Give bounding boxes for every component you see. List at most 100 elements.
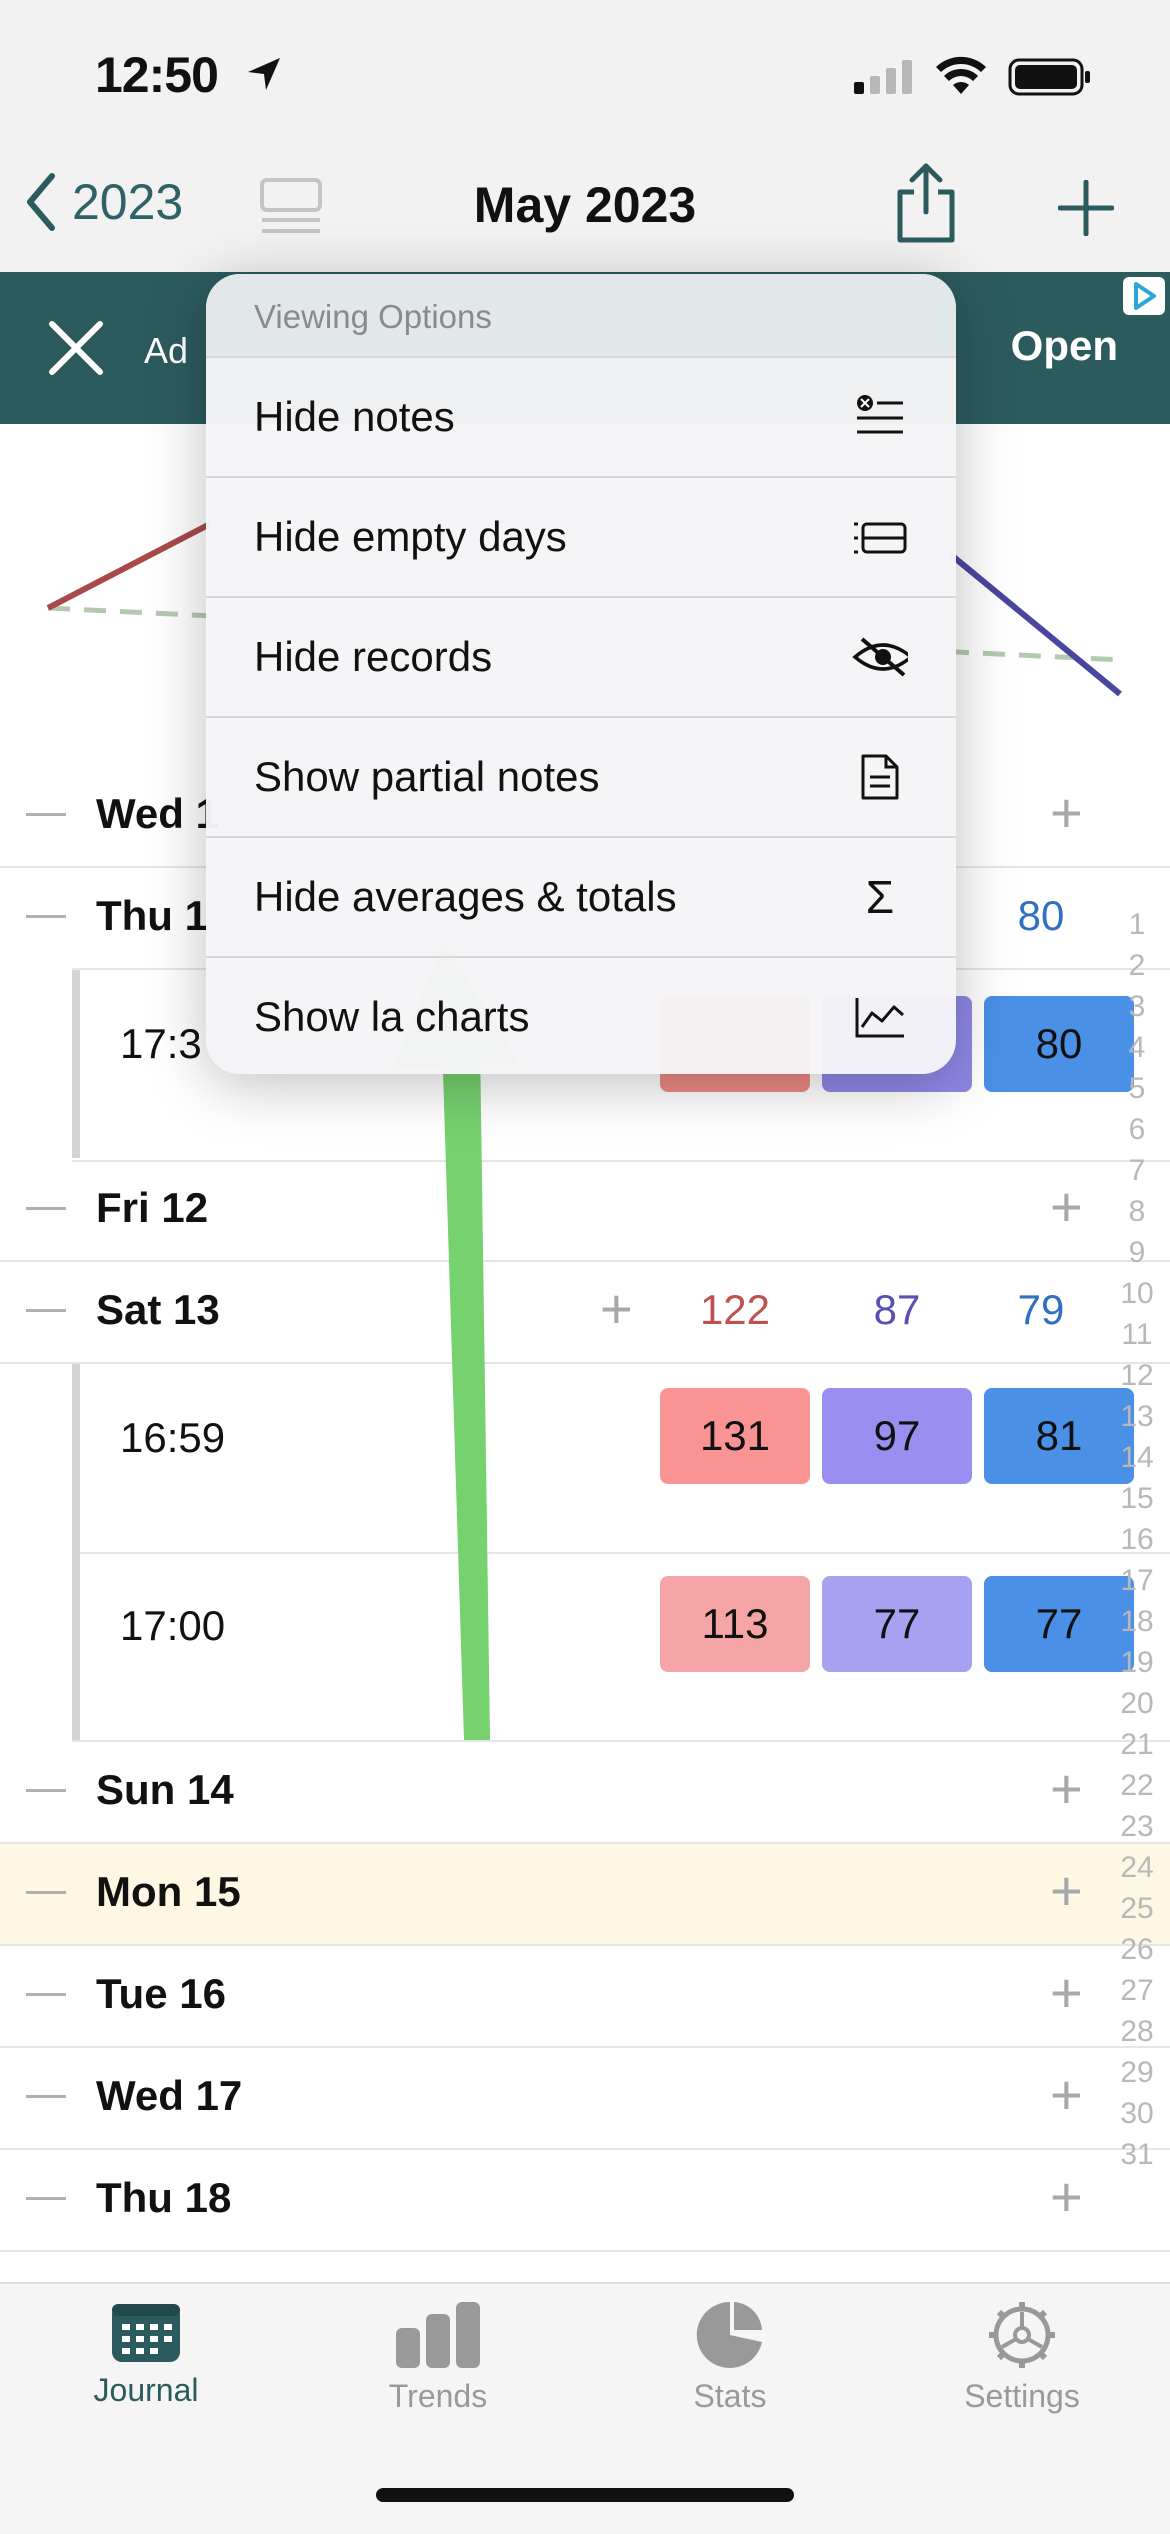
menu-item-label: Hide empty days (254, 513, 567, 560)
day-index-number[interactable]: 25 (1114, 1888, 1160, 1929)
day-index-number[interactable]: 6 (1114, 1109, 1160, 1150)
diastolic-average: 87 (873, 1286, 921, 1333)
close-ad-icon[interactable] (48, 320, 104, 376)
menu-item-hide-records[interactable]: Hide records (206, 598, 956, 718)
day-index-number[interactable]: 18 (1114, 1601, 1160, 1642)
tab-label: Trends (388, 2378, 488, 2414)
day-label: Sat 13 (96, 1286, 220, 1333)
day-index-number[interactable]: 21 (1114, 1724, 1160, 1765)
location-arrow-icon (248, 58, 280, 90)
day-index-number[interactable]: 1 (1114, 904, 1160, 945)
add-entry-button[interactable]: + (1050, 780, 1083, 845)
day-index-number[interactable]: 16 (1114, 1519, 1160, 1560)
collapse-dash[interactable] (26, 1789, 66, 1792)
menu-item-hide-notes[interactable]: Hide notes (206, 358, 956, 478)
calendar-icon (112, 2304, 180, 2362)
add-icon[interactable] (1058, 180, 1114, 236)
day-label: Wed 17 (96, 2072, 243, 2119)
pulse-chip: 77 (984, 1576, 1134, 1672)
day-index-number[interactable]: 24 (1114, 1847, 1160, 1888)
cellular-signal-icon (854, 60, 912, 94)
day-label: Fri 12 (96, 1184, 209, 1231)
ad-open-button[interactable]: Open (1011, 322, 1118, 370)
pulse-chip: 81 (984, 1388, 1134, 1484)
day-index-number[interactable]: 8 (1114, 1191, 1160, 1232)
collapse-dash[interactable] (26, 915, 66, 918)
battery-icon (1008, 58, 1090, 96)
day-index-number[interactable]: 9 (1114, 1232, 1160, 1273)
menu-item-label: Hide averages & totals (254, 873, 677, 920)
menu-item-show-large-charts[interactable]: Show la charts (206, 958, 956, 1074)
day-index-scrubber[interactable]: 1 2 3 4 5 6 7 8 9 10 11 12 13 14 15 16 17 18 19 20 21 22 23 24 2… (1114, 904, 1160, 2175)
tab-stats[interactable]: Stats (584, 2300, 876, 2415)
diastolic-chip: 77 (822, 1576, 972, 1672)
day-index-number[interactable]: 30 (1114, 2093, 1160, 2134)
tab-trends[interactable]: Trends (292, 2300, 584, 2415)
add-entry-button[interactable]: + (1050, 1858, 1083, 1923)
collapse-dash[interactable] (26, 2095, 66, 2098)
page-title: May 2023 (473, 177, 697, 233)
day-index-number[interactable]: 26 (1114, 1929, 1160, 1970)
systolic-chip: 131 (660, 1388, 810, 1484)
tab-label: Stats (693, 2378, 767, 2414)
tab-settings[interactable]: Settings (876, 2300, 1168, 2415)
collapse-dash[interactable] (26, 2197, 66, 2200)
collapse-dash[interactable] (26, 1309, 66, 1312)
day-index-number[interactable]: 14 (1114, 1437, 1160, 1478)
day-index-number[interactable]: 31 (1114, 2134, 1160, 2175)
collapse-dash[interactable] (26, 1993, 66, 1996)
collapse-dash[interactable] (26, 1891, 66, 1894)
menu-item-show-partial-notes[interactable]: Show partial notes (206, 718, 956, 838)
day-index-number[interactable]: 11 (1114, 1314, 1160, 1355)
share-icon[interactable] (894, 160, 958, 244)
day-index-number[interactable]: 10 (1114, 1273, 1160, 1314)
ad-choices-icon[interactable] (1122, 276, 1166, 316)
pulse-average: 79 (1017, 1286, 1065, 1333)
pulse-average: 80 (1017, 892, 1065, 939)
day-index-number[interactable]: 3 (1114, 986, 1160, 1027)
add-entry-button[interactable]: + (1050, 1174, 1083, 1239)
day-label: Tue 16 (96, 1970, 226, 2017)
systolic-chip: 113 (660, 1576, 810, 1672)
diastolic-chip: 97 (822, 1388, 972, 1484)
day-index-number[interactable]: 28 (1114, 2011, 1160, 2052)
day-index-number[interactable]: 17 (1114, 1560, 1160, 1601)
day-index-number[interactable]: 19 (1114, 1642, 1160, 1683)
day-label: Sun 14 (96, 1766, 234, 1813)
day-index-number[interactable]: 29 (1114, 2052, 1160, 2093)
menu-item-hide-averages-totals[interactable]: Hide averages & totals Σ (206, 838, 956, 958)
pie-chart-icon (696, 2301, 762, 2368)
menu-item-label: Show partial notes (254, 753, 600, 800)
day-label: Thu 1 (96, 892, 208, 939)
line-chart-icon (852, 989, 908, 1045)
status-time: 12:50 (95, 47, 219, 103)
add-entry-button[interactable]: + (1050, 2164, 1083, 2229)
entry-time: 16:59 (120, 1414, 226, 1461)
menu-item-hide-empty-days[interactable]: Hide empty days (206, 478, 956, 598)
day-index-number[interactable]: 27 (1114, 1970, 1160, 2011)
tab-journal[interactable]: Journal (0, 2300, 292, 2409)
day-label: Wed 1 (96, 790, 219, 837)
gear-icon (989, 2302, 1055, 2368)
add-entry-button[interactable]: + (1050, 1960, 1083, 2025)
day-index-number[interactable]: 12 (1114, 1355, 1160, 1396)
day-index-number[interactable]: 2 (1114, 945, 1160, 986)
add-entry-button[interactable]: + (1050, 1756, 1083, 1821)
day-index-number[interactable]: 7 (1114, 1150, 1160, 1191)
day-index-number[interactable]: 15 (1114, 1478, 1160, 1519)
add-entry-button[interactable]: + (1050, 2062, 1083, 2127)
menu-header: Viewing Options (206, 274, 956, 358)
day-index-number[interactable]: 4 (1114, 1027, 1160, 1068)
pulse-chip: 80 (984, 996, 1134, 1092)
notes-list-icon (852, 389, 908, 445)
systolic-average: 122 (699, 1286, 771, 1333)
day-index-number[interactable]: 5 (1114, 1068, 1160, 1109)
day-index-number[interactable]: 13 (1114, 1396, 1160, 1437)
collapse-dash[interactable] (26, 813, 66, 816)
add-entry-button[interactable]: + (600, 1276, 633, 1341)
day-index-number[interactable]: 20 (1114, 1683, 1160, 1724)
menu-item-label: Hide notes (254, 393, 455, 440)
day-index-number[interactable]: 23 (1114, 1806, 1160, 1847)
day-index-number[interactable]: 22 (1114, 1765, 1160, 1806)
collapse-dash[interactable] (26, 1207, 66, 1210)
